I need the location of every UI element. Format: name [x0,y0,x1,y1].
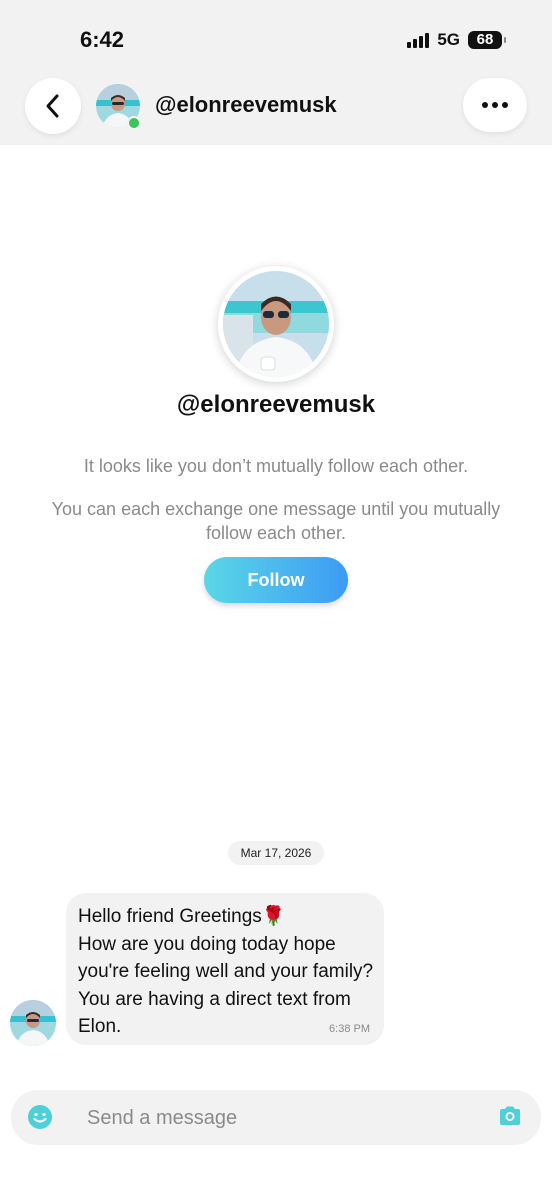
smiley-icon [28,1105,52,1129]
status-time: 6:42 [80,27,125,52]
battery-icon: 68 [468,31,506,49]
chevron-left-icon [46,94,59,118]
message-text: Hello friend Greetings🌹 How are you doin… [78,906,374,1037]
message-bubble[interactable]: Hello friend Greetings🌹 How are you doin… [66,893,384,1045]
date-separator: Mar 17, 2026 [228,841,324,865]
back-button[interactable] [25,78,81,134]
header-username[interactable]: @elonreevemusk [155,92,337,118]
message-composer [11,1090,541,1145]
camera-icon [500,1106,520,1125]
profile-avatar[interactable] [223,271,329,377]
sender-avatar[interactable] [10,1000,56,1046]
more-horizontal-icon [482,102,508,108]
mutual-follow-notice: It looks like you don’t mutually follow … [83,456,469,476]
signal-icon [407,32,430,48]
status-indicators: 5G 68 [407,30,506,50]
camera-button[interactable] [497,1103,523,1129]
emoji-button[interactable] [27,1104,53,1130]
more-options-button[interactable] [463,78,527,132]
online-status-dot [127,116,141,130]
network-type: 5G [437,30,460,49]
follow-button[interactable]: Follow [204,557,348,603]
message-limit-notice: You can each exchange one message until … [51,499,501,543]
profile-username: @elonreevemusk [176,391,376,418]
top-bar: 6:42 5G 68 @elonreevemusk [0,0,552,145]
message-time: 6:38 PM [329,1023,370,1035]
message-input[interactable] [85,1099,489,1137]
